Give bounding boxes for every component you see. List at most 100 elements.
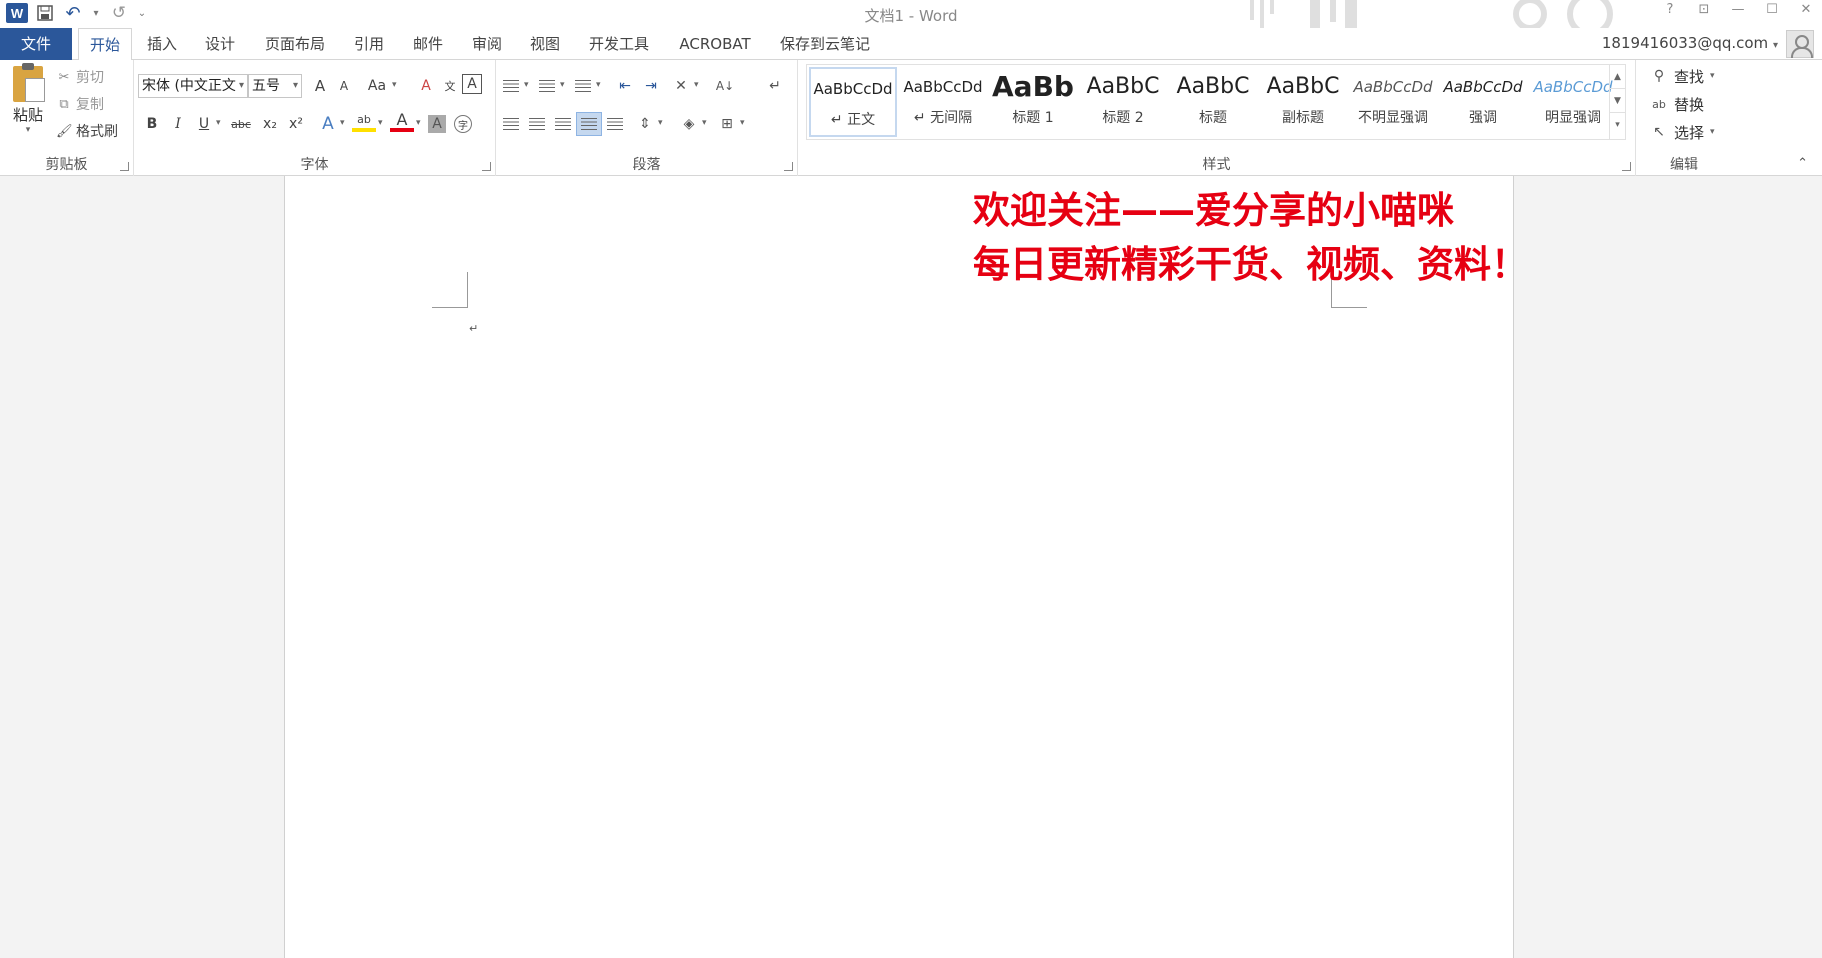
phonetic-guide-icon[interactable]: 文 [438,74,462,98]
sort-icon[interactable]: A↓ [712,74,738,98]
tab-view[interactable]: 视图 [525,28,565,60]
numbering-dropdown-icon[interactable]: ▾ [560,80,565,90]
multilevel-list-dropdown-icon[interactable]: ▾ [596,80,601,90]
tab-developer[interactable]: 开发工具 [584,28,654,60]
font-size-combo[interactable]: 五号 [248,74,302,98]
save-icon[interactable] [34,3,56,23]
borders-icon[interactable]: ⊞ [714,112,740,136]
highlight-icon[interactable]: ab [352,110,376,132]
cut-button[interactable]: ✂ 剪切 [56,66,104,88]
underline-icon[interactable]: U [192,112,216,136]
character-border-icon[interactable]: A [462,74,482,94]
avatar[interactable] [1786,30,1814,58]
tab-references[interactable]: 引用 [349,28,389,60]
highlight-dropdown-icon[interactable]: ▾ [378,118,383,128]
collapse-ribbon-icon[interactable]: ⌃ [1797,156,1808,171]
font-launcher-icon[interactable] [482,162,491,171]
style-subtitle[interactable]: AaBbC 副标题 [1259,67,1347,137]
tab-mailings[interactable]: 邮件 [408,28,448,60]
paragraph-launcher-icon[interactable] [784,162,793,171]
character-shading-icon[interactable]: A [428,115,446,133]
styles-launcher-icon[interactable] [1622,162,1631,171]
text-effects-dropdown-icon[interactable]: ▾ [340,118,345,128]
gallery-scroll-down-icon[interactable]: ▼ [1610,89,1625,113]
ribbon-display-options-icon[interactable]: ⊡ [1694,2,1714,17]
change-case-icon[interactable]: Aa [362,74,392,98]
copy-button[interactable]: ⧉ 复制 [56,93,104,115]
maximize-icon[interactable]: ☐ [1762,2,1782,17]
multilevel-list-icon[interactable] [570,74,596,98]
font-color-icon[interactable]: A [390,110,414,132]
gallery-scroll-up-icon[interactable]: ▲ [1610,65,1625,89]
borders-dropdown-icon[interactable]: ▾ [740,118,745,128]
style-emphasis[interactable]: AaBbCcDd 强调 [1439,67,1527,137]
style-heading-1[interactable]: AaBb 标题 1 [989,67,1077,137]
underline-dropdown-icon[interactable]: ▾ [216,118,221,128]
customize-qat-icon[interactable]: ⌄ [136,3,148,23]
align-right-icon[interactable] [550,112,576,136]
chinese-layout-dropdown-icon[interactable]: ▾ [694,80,699,90]
enclose-characters-icon[interactable]: 字 [454,115,472,133]
document-workspace[interactable]: ↵ [0,176,1822,958]
shading-dropdown-icon[interactable]: ▾ [702,118,707,128]
align-left-icon[interactable] [498,112,524,136]
paste-button[interactable]: 粘贴 ▾ [8,63,48,135]
tab-home[interactable]: 开始 [78,28,132,61]
tab-page-layout[interactable]: 页面布局 [260,28,330,60]
bullets-dropdown-icon[interactable]: ▾ [524,80,529,90]
close-icon[interactable]: ✕ [1796,2,1816,17]
redo-icon[interactable]: ↺ [108,3,130,23]
font-name-combo[interactable]: 宋体 (中文正文 [138,74,248,98]
subscript-icon[interactable]: x₂ [258,112,282,136]
show-hide-marks-icon[interactable]: ↵ [762,74,788,98]
style-heading-2[interactable]: AaBbC 标题 2 [1079,67,1167,137]
find-button[interactable]: ⚲ 查找 ▾ [1650,64,1715,88]
select-button[interactable]: ↖ 选择 ▾ [1650,120,1714,144]
tab-file[interactable]: 文件 [0,28,72,60]
change-case-dropdown-icon[interactable]: ▾ [392,80,397,90]
align-center-icon[interactable] [524,112,550,136]
undo-icon[interactable]: ↶ [62,3,84,24]
strikethrough-icon[interactable]: abc [226,112,256,136]
document-page[interactable]: ↵ [284,176,1514,958]
line-spacing-dropdown-icon[interactable]: ▾ [658,118,663,128]
tab-acrobat[interactable]: ACROBAT [672,28,758,60]
font-color-dropdown-icon[interactable]: ▾ [416,118,421,128]
shrink-font-icon[interactable]: A [332,74,356,98]
bold-icon[interactable]: B [140,112,164,136]
tab-review[interactable]: 审阅 [467,28,507,60]
superscript-icon[interactable]: x² [284,112,308,136]
bullets-icon[interactable] [498,74,524,98]
style-title[interactable]: AaBbC 标题 [1169,67,1257,137]
style-no-spacing[interactable]: AaBbCcDd ↵ 无间隔 [899,67,987,137]
tab-save-to-cloud-notes[interactable]: 保存到云笔记 [775,28,875,60]
grow-font-icon[interactable]: A [308,74,332,98]
minimize-icon[interactable]: — [1728,2,1748,17]
increase-indent-icon[interactable]: ⇥ [638,74,664,98]
decrease-indent-icon[interactable]: ⇤ [612,74,638,98]
style-intense-emphasis[interactable]: AaBbCcDd 明显强调 [1529,67,1617,137]
chinese-layout-icon[interactable]: ✕ [668,74,694,98]
ribbon-tab-bar: 文件 开始 插入 设计 页面布局 引用 邮件 审阅 视图 开发工具 ACROBA… [0,28,1822,61]
style-subtle-emphasis[interactable]: AaBbCcDd 不明显强调 [1349,67,1437,137]
clipboard-launcher-icon[interactable] [120,162,129,171]
style-normal[interactable]: AaBbCcDd ↵ 正文 [809,67,897,137]
gallery-more-icon[interactable]: ▾ [1610,113,1625,137]
justify-icon[interactable] [576,112,602,136]
shading-icon[interactable]: ◈ [676,112,702,136]
clear-formatting-icon[interactable]: A [414,74,438,98]
binoculars-icon: ⚲ [1653,68,1665,84]
numbering-icon[interactable] [534,74,560,98]
line-spacing-icon[interactable]: ⇕ [632,112,658,136]
tab-insert[interactable]: 插入 [142,28,182,60]
undo-dropdown-icon[interactable]: ▾ [90,3,102,23]
replace-button[interactable]: ab 替换 [1650,92,1704,116]
account-name[interactable]: 1819416033@qq.com ▾ [1602,34,1778,52]
format-painter-button[interactable]: 🖌 格式刷 [56,120,118,142]
text-effects-icon[interactable]: A [316,112,340,136]
help-icon[interactable]: ? [1660,2,1680,17]
tab-design[interactable]: 设计 [200,28,240,60]
distributed-icon[interactable] [602,112,628,136]
italic-icon[interactable]: I [166,112,190,136]
word-app-icon[interactable]: W [6,3,28,23]
